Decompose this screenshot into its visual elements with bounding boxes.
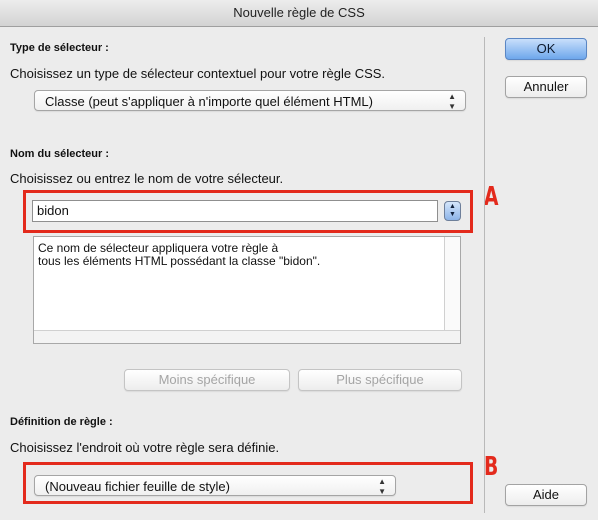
annotation-label-b: B — [484, 452, 499, 482]
ok-button[interactable]: OK — [505, 38, 587, 60]
selector-description-line2: tous les éléments HTML possédant la clas… — [38, 254, 321, 268]
rule-definition-heading: Définition de règle : — [10, 416, 113, 428]
vertical-scrollbar[interactable] — [444, 237, 460, 332]
annotation-box-b — [23, 462, 473, 504]
selector-type-value: Classe (peut s'appliquer à n'importe que… — [45, 94, 373, 109]
cancel-button[interactable]: Annuler — [505, 76, 587, 98]
selector-type-instruction: Choisissez un type de sélecteur contextu… — [10, 66, 386, 81]
rule-definition-instruction: Choisissez l'endroit où votre règle sera… — [10, 440, 280, 455]
annotation-label-a: A — [484, 182, 499, 212]
less-specific-button[interactable]: Moins spécifique — [124, 369, 290, 391]
selector-name-heading: Nom du sélecteur : — [10, 148, 110, 160]
column-divider — [484, 37, 485, 513]
window-title: Nouvelle règle de CSS — [0, 0, 598, 27]
horizontal-scrollbar[interactable] — [34, 330, 460, 343]
help-button[interactable]: Aide — [505, 484, 587, 506]
selector-type-select[interactable]: Classe (peut s'appliquer à n'importe que… — [34, 90, 466, 111]
annotation-box-a — [23, 190, 473, 233]
selector-name-instruction: Choisissez ou entrez le nom de votre sél… — [10, 171, 284, 186]
more-specific-button[interactable]: Plus spécifique — [298, 369, 462, 391]
selector-type-heading: Type de sélecteur : — [10, 42, 109, 54]
updown-arrows-icon: ▲ ▼ — [448, 92, 456, 111]
selector-description-box: Ce nom de sélecteur appliquera votre règ… — [33, 236, 461, 344]
